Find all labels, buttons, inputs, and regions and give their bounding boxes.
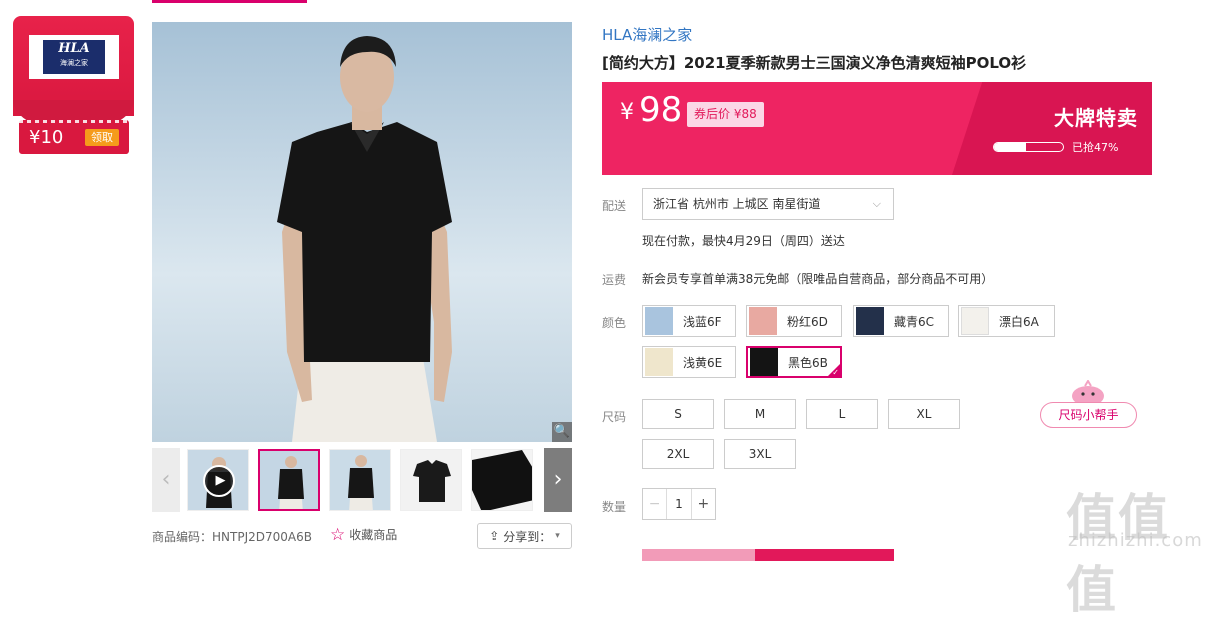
brand-logo-text: HLA [58,41,90,56]
thumbnail-video[interactable]: ▶ [187,449,249,511]
favorite-button[interactable]: ☆ 收藏商品 [330,526,397,543]
main-product-image[interactable]: 🔍 [152,22,572,442]
color-option-label: 浅蓝6F [683,314,722,329]
watermark-url: zhizhizhi.com [1068,530,1203,551]
coupon-strip: ¥10 领取 [19,120,129,154]
price-currency: ¥ [620,100,634,125]
delivery-label: 配送 [602,199,627,213]
brand-logo: HLA 海澜之家 [29,35,119,79]
delivery-eta: 现在付款，最快4月29日（周四）送达 [642,234,845,248]
color-option[interactable]: 藏青6C [853,305,949,337]
size-option[interactable]: L [806,399,878,429]
quantity-plus-button[interactable]: + [690,489,715,519]
favorite-label: 收藏商品 [349,528,398,542]
model-photo [152,22,572,442]
star-icon: ☆ [330,524,346,545]
coupon-perforation [19,120,129,123]
chevron-down-icon: ▾ [555,531,560,541]
claim-coupon-button[interactable]: 领取 [85,129,119,146]
sold-progress-fill [994,143,1027,151]
store-coupon-card[interactable]: HLA 海澜之家 ¥10 领取 [13,16,134,155]
thumbnail-front[interactable] [258,449,320,511]
thumbnail-image [260,451,318,509]
buy-now-button[interactable] [755,549,894,561]
color-option-label: 浅黄6E [683,355,723,370]
share-label: 分享到： [503,529,552,544]
shipping-label: 运费 [602,273,627,287]
coupon-price-badge: 券后价 ¥88 [687,102,764,127]
sold-percent-text: 已抢47% [1072,141,1119,154]
color-option[interactable]: 粉红6D [746,305,842,337]
quantity-stepper[interactable]: − 1 + [642,488,716,520]
color-option[interactable]: 浅蓝6F [642,305,736,337]
size-option[interactable]: XL [888,399,960,429]
active-tab-indicator [152,0,307,3]
thumbnail-flat[interactable] [400,449,462,511]
size-option[interactable]: M [724,399,796,429]
address-value: 浙江省 杭州市 上城区 南星街道 [653,197,821,211]
coupon-amount: ¥10 [29,127,64,148]
color-swatch [645,348,673,376]
thumbnail-image [472,450,532,510]
color-option[interactable]: 浅黄6E [642,346,736,378]
thumb-next-button[interactable]: › [544,448,572,512]
add-to-cart-button[interactable] [642,549,755,561]
shipping-text: 新会员专享首单满38元免邮（限唯品自营商品，部分商品不可用） [642,272,994,286]
quantity-label: 数量 [602,500,627,514]
price-banner: ¥ 98 券后价 ¥88 大牌特卖 已抢47% [602,82,1152,175]
brand-link[interactable]: HLA海澜之家 [602,24,692,45]
color-option-label: 藏青6C [894,314,935,329]
size-option[interactable]: S [642,399,714,429]
color-option-label: 粉红6D [787,314,828,329]
color-swatch [645,307,673,335]
color-label: 颜色 [602,316,627,330]
color-option-label: 黑色6B [788,355,828,370]
play-icon[interactable]: ▶ [203,465,235,497]
share-icon: ⇪ [489,529,500,543]
price-value: 98 [639,90,683,130]
color-swatch [750,348,778,376]
color-option-label: 漂白6A [999,314,1039,329]
brand-logo-subtext: 海澜之家 [60,59,88,67]
color-swatch [856,307,884,335]
chevron-down-icon: ⌵ [872,197,881,210]
color-option[interactable]: 漂白6A [958,305,1055,337]
color-swatch [749,307,777,335]
size-helper-button[interactable]: 尺码小帮手 [1040,402,1137,428]
share-button[interactable]: ⇪ 分享到： ▾ [477,523,572,549]
quantity-input[interactable]: 1 [667,489,690,519]
size-option[interactable]: 3XL [724,439,796,469]
zoom-icon[interactable]: 🔍 [552,422,572,442]
size-option[interactable]: 2XL [642,439,714,469]
thumbnail-detail[interactable] [471,449,533,511]
brand-sale-label: 大牌特卖 [1054,106,1138,130]
sku-code: 商品编码：HNTPJ2D700A6B [152,530,312,544]
color-swatch [961,307,989,335]
color-option-selected[interactable]: 黑色6B ✓ [746,346,842,378]
thumbnail-image [330,450,390,510]
quantity-minus-button[interactable]: − [643,489,668,519]
size-label: 尺码 [602,410,627,424]
thumb-prev-button[interactable]: ‹ [152,448,180,512]
address-select[interactable]: 浙江省 杭州市 上城区 南星街道 ⌵ [642,188,894,220]
check-icon: ✓ [832,368,839,377]
sold-progress-bar [993,142,1064,152]
product-title: [简约大方】2021夏季新款男士三国演义净色清爽短袖POLO衫 [602,54,1027,72]
thumbnail-side[interactable] [329,449,391,511]
thumbnail-image [401,450,461,510]
